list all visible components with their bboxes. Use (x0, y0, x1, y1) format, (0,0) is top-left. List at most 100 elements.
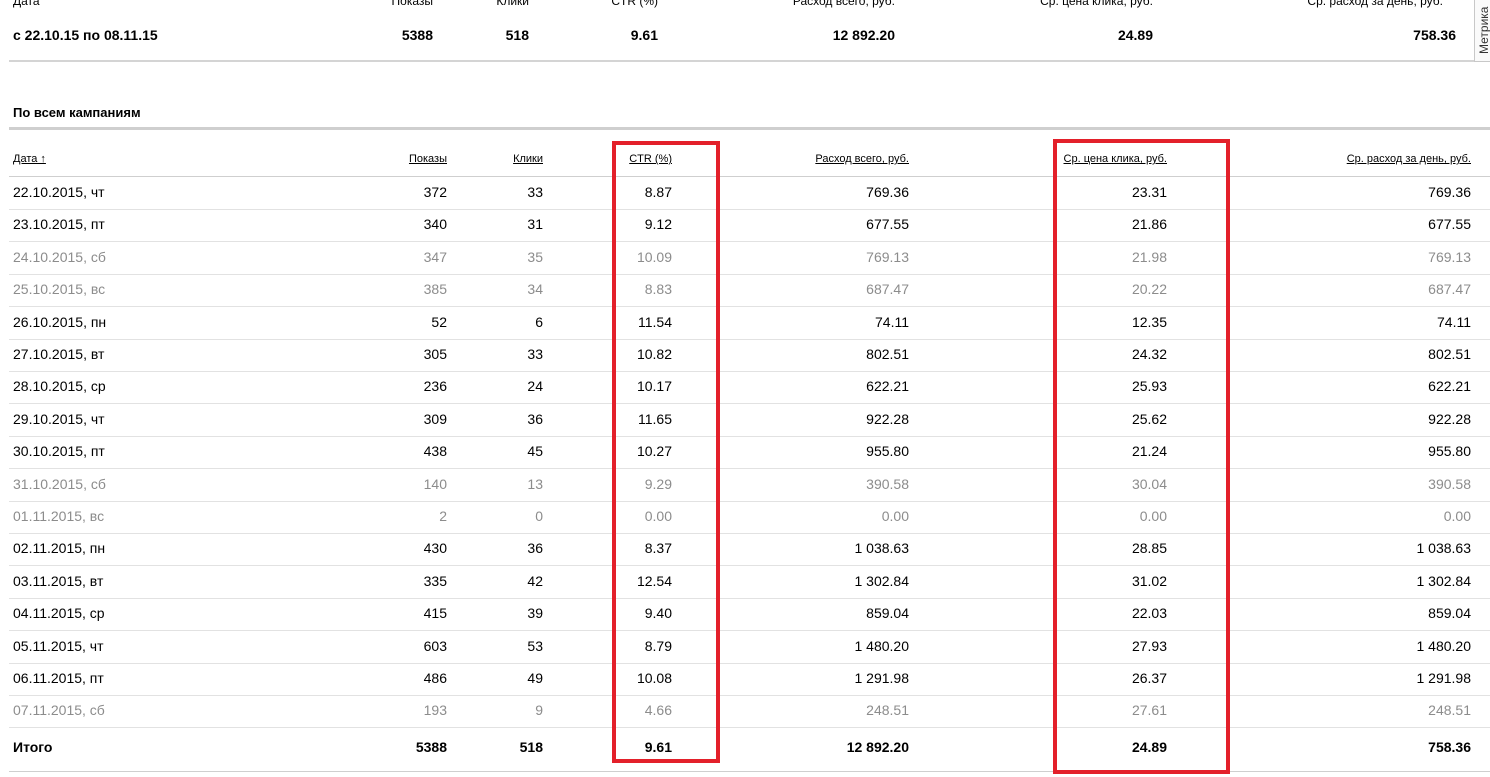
row-date: 26.10.2015, пн (13, 314, 107, 330)
row-clicks: 13 (527, 476, 543, 492)
totals-spend: 12 892.20 (846, 739, 909, 755)
totals-shows: 5388 (415, 739, 447, 755)
row-spend: 1 480.20 (854, 638, 910, 654)
row-spend: 955.80 (866, 443, 909, 459)
table-row: 04.11.2015, ср 415 39 9.40 859.04 22.03 859.04 (0, 598, 1490, 630)
row-clicks: 6 (535, 314, 543, 330)
row-spend: 1 038.63 (854, 540, 910, 556)
summary-shows: 5388 (401, 27, 433, 43)
row-spend: 769.13 (866, 249, 909, 265)
row-cpc: 25.93 (1131, 378, 1167, 394)
row-date: 03.11.2015, вт (13, 573, 104, 589)
row-ctr: 9.40 (644, 605, 672, 621)
row-ctr: 10.27 (636, 443, 672, 459)
row-shows: 236 (423, 378, 447, 394)
summary-header-shows: Показы (391, 0, 433, 8)
row-daily: 248.51 (1428, 702, 1471, 718)
row-daily: 769.13 (1428, 249, 1471, 265)
table-row: 29.10.2015, чт 309 36 11.65 922.28 25.62 922.2… (0, 404, 1490, 436)
row-shows: 52 (431, 314, 447, 330)
row-clicks: 42 (527, 573, 543, 589)
summary-period: с 22.10.15 по 08.11.15 (13, 27, 158, 43)
row-divider (9, 727, 1490, 728)
metrika-tab-label: Метрика (1477, 6, 1490, 54)
row-daily: 677.55 (1428, 216, 1471, 232)
row-clicks: 36 (527, 411, 543, 427)
totals-ctr: 9.61 (644, 739, 672, 755)
row-clicks: 34 (527, 281, 543, 297)
sort-date-link[interactable]: Дата ↑ (13, 153, 46, 165)
row-daily: 1 480.20 (1416, 638, 1472, 654)
row-clicks: 39 (527, 605, 543, 621)
row-cpc: 28.85 (1131, 540, 1167, 556)
row-cpc: 21.98 (1131, 249, 1167, 265)
row-date: 01.11.2015, вс (13, 508, 105, 524)
row-clicks: 0 (535, 508, 543, 524)
row-shows: 415 (423, 605, 447, 621)
row-shows: 486 (423, 670, 447, 686)
row-cpc: 27.61 (1131, 702, 1167, 718)
table-row: 02.11.2015, пн 430 36 8.37 1 038.63 28.85 1 03… (0, 533, 1490, 565)
sort-spend-link[interactable]: Расход всего, руб. (815, 153, 909, 165)
row-date: 04.11.2015, ср (13, 605, 105, 621)
row-ctr: 8.79 (644, 638, 672, 654)
row-cpc: 0.00 (1139, 508, 1167, 524)
row-clicks: 53 (527, 638, 543, 654)
row-shows: 385 (423, 281, 447, 297)
table-row: 31.10.2015, сб 140 13 9.29 390.58 30.04 390.58 (0, 469, 1490, 501)
row-ctr: 9.12 (644, 216, 672, 232)
row-date: 30.10.2015, пт (13, 443, 105, 459)
row-cpc: 30.04 (1131, 476, 1167, 492)
row-ctr: 10.82 (636, 346, 672, 362)
row-date: 28.10.2015, ср (13, 378, 106, 394)
row-spend: 248.51 (866, 702, 909, 718)
totals-label: Итого (13, 739, 53, 755)
sort-shows-link[interactable]: Показы (409, 153, 447, 165)
row-clicks: 24 (527, 378, 543, 394)
row-date: 22.10.2015, чт (13, 184, 105, 200)
summary-daily: 758.36 (1413, 27, 1456, 43)
row-clicks: 35 (527, 249, 543, 265)
row-clicks: 33 (527, 184, 543, 200)
row-spend: 1 302.84 (854, 573, 910, 589)
row-spend: 390.58 (866, 476, 909, 492)
summary-spend: 12 892.20 (832, 27, 895, 43)
table-row: 22.10.2015, чт 372 33 8.87 769.36 23.31 769.36 (0, 177, 1490, 209)
table-row: 07.11.2015, сб 193 9 4.66 248.51 27.61 248.51 (0, 695, 1490, 727)
row-spend: 622.21 (866, 378, 909, 394)
table-row: 30.10.2015, пт 438 45 10.27 955.80 21.24 955.8… (0, 436, 1490, 468)
row-clicks: 36 (527, 540, 543, 556)
row-clicks: 49 (527, 670, 543, 686)
row-spend: 0.00 (881, 508, 909, 524)
sort-ctr-link[interactable]: CTR (%) (629, 153, 672, 165)
metrika-side-tab[interactable]: Метрика (1474, 0, 1490, 62)
row-ctr: 8.37 (644, 540, 672, 556)
table-row: 24.10.2015, сб 347 35 10.09 769.13 21.98 769.1… (0, 242, 1490, 274)
summary-header-spend: Расход всего, руб. (792, 0, 895, 8)
summary-header-date: Дата (13, 0, 40, 8)
row-ctr: 0.00 (644, 508, 672, 524)
sort-clicks-link[interactable]: Клики (513, 153, 543, 165)
summary-clicks: 518 (505, 27, 529, 43)
row-shows: 347 (423, 249, 447, 265)
row-clicks: 33 (527, 346, 543, 362)
row-daily: 622.21 (1428, 378, 1471, 394)
sort-daily-link[interactable]: Ср. расход за день, руб. (1347, 153, 1471, 165)
row-spend: 677.55 (866, 216, 909, 232)
row-daily: 955.80 (1428, 443, 1471, 459)
sort-cpc-link[interactable]: Ср. цена клика, руб. (1064, 153, 1167, 165)
row-daily: 687.47 (1428, 281, 1471, 297)
row-ctr: 9.29 (644, 476, 672, 492)
row-cpc: 25.62 (1131, 411, 1167, 427)
row-shows: 372 (423, 184, 447, 200)
table-row: 28.10.2015, ср 236 24 10.17 622.21 25.93 622.2… (0, 371, 1490, 403)
row-daily: 1 291.98 (1416, 670, 1472, 686)
row-spend: 859.04 (866, 605, 909, 621)
row-spend: 687.47 (866, 281, 909, 297)
table-row: 01.11.2015, вс 2 0 0.00 0.00 0.00 0.00 (0, 501, 1490, 533)
row-spend: 74.11 (875, 314, 909, 330)
row-ctr: 10.17 (636, 378, 672, 394)
summary-row: с 22.10.15 по 08.11.15 5388 518 9.61 12 … (0, 27, 1476, 49)
row-date: 05.11.2015, чт (13, 638, 104, 654)
row-cpc: 23.31 (1131, 184, 1167, 200)
